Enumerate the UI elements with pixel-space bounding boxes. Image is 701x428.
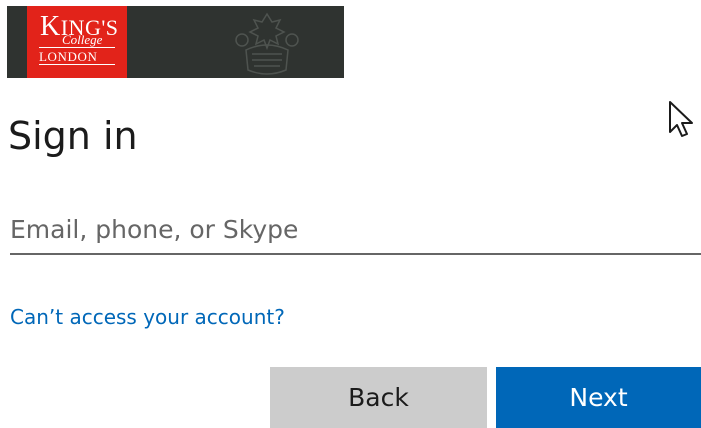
logo-rule-top	[39, 47, 115, 48]
sign-in-page: KING'S College LONDON Sign in Can’t acce…	[0, 0, 701, 428]
page-title: Sign in	[8, 114, 138, 158]
crest-icon	[235, 12, 299, 75]
logo-initial: K	[40, 11, 61, 42]
next-button[interactable]: Next	[496, 367, 701, 428]
logo-london-text: LONDON	[39, 49, 98, 64]
back-button[interactable]: Back	[270, 367, 487, 428]
kings-college-logo: KING'S College LONDON	[27, 6, 127, 78]
logo-rule-bottom	[39, 64, 115, 65]
cant-access-account-link[interactable]: Can’t access your account?	[10, 303, 285, 331]
mouse-pointer-icon	[669, 101, 693, 137]
banner: KING'S College LONDON	[7, 6, 344, 78]
logo-college-text: College	[62, 32, 103, 47]
email-input[interactable]	[10, 205, 701, 255]
